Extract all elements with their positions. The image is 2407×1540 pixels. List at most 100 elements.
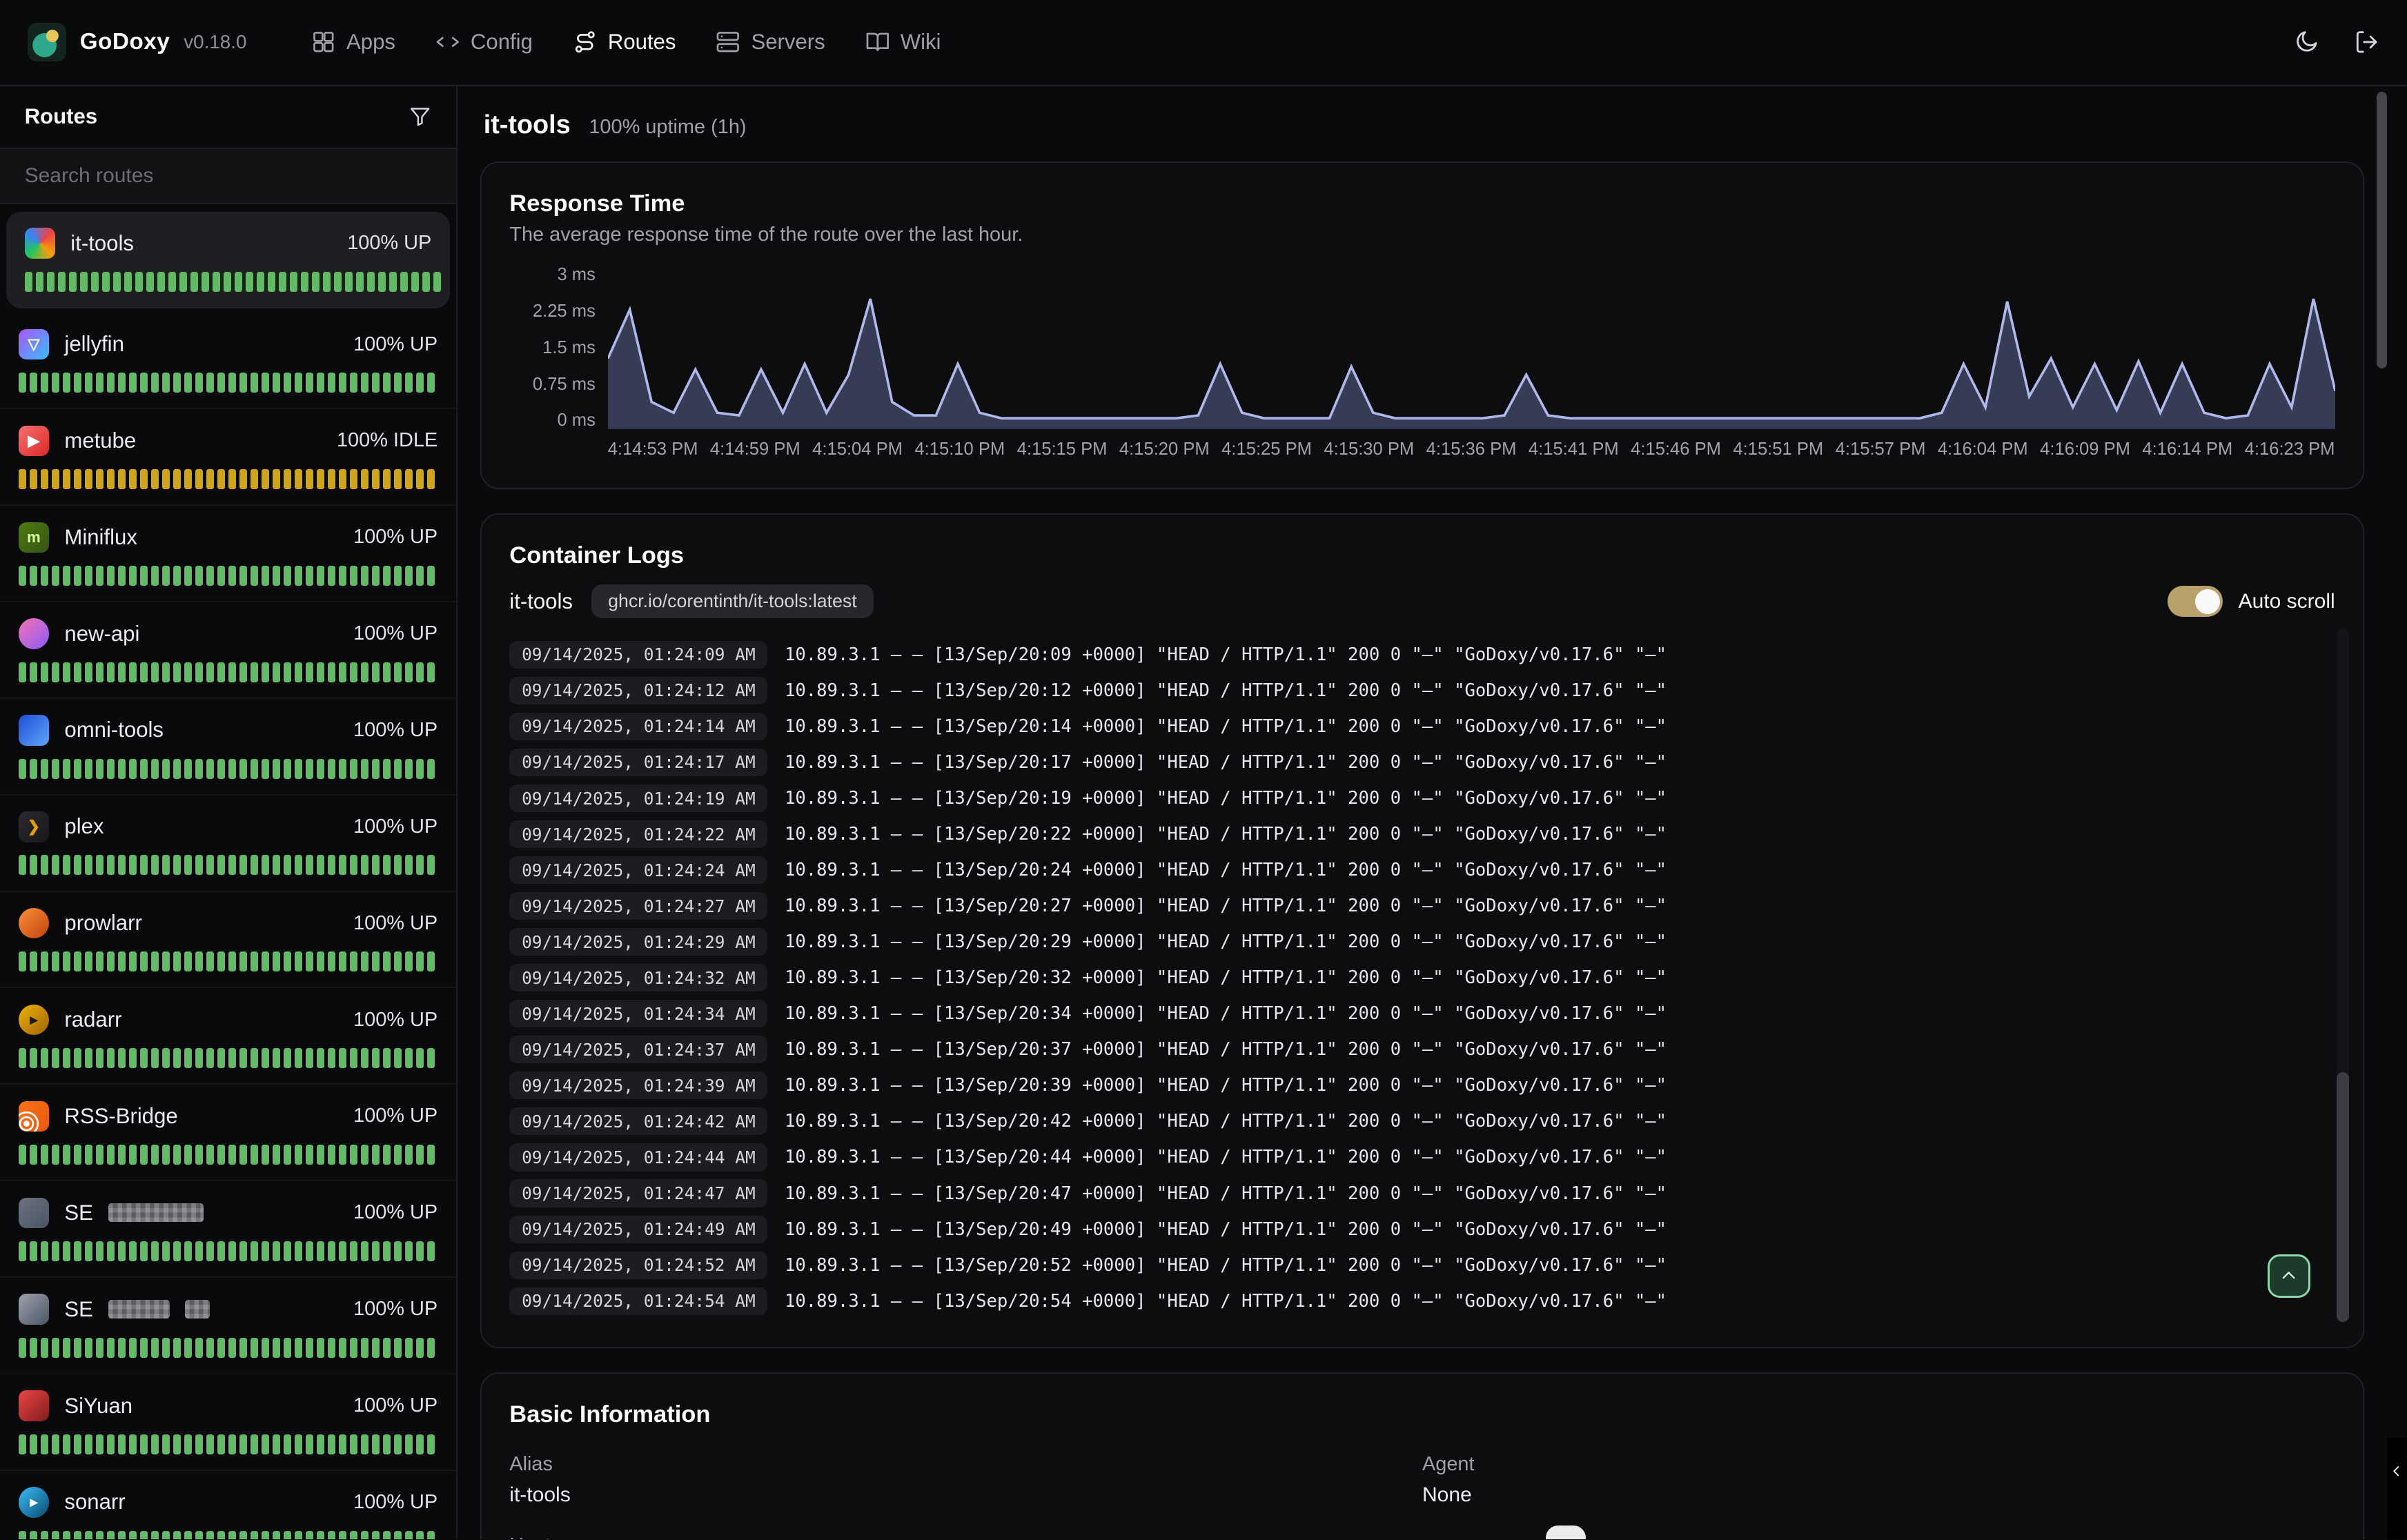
log-timestamp: 09/14/2025, 01:24:52 AM (509, 1252, 767, 1279)
partial-control[interactable] (1546, 1526, 1586, 1539)
main-scrollbar-thumb[interactable] (2377, 92, 2388, 368)
uptime-bars (19, 1241, 438, 1261)
grid-icon (311, 30, 336, 55)
y-tick-label: 0 ms (509, 412, 596, 428)
route-row: SE100% UP (19, 1293, 438, 1325)
log-message: 10.89.3.1 – – [13/Sep/20:27 +0000] "HEAD… (785, 896, 1667, 916)
log-timestamp: 09/14/2025, 01:24:42 AM (509, 1107, 767, 1135)
log-row: 09/14/2025, 01:24:47 AM10.89.3.1 – – [13… (509, 1176, 2335, 1212)
logout-button[interactable] (2353, 29, 2379, 55)
uptime-badge: 100% uptime (1h) (589, 116, 746, 139)
nav-item-routes[interactable]: Routes (573, 30, 676, 55)
uptime-bars (19, 1145, 438, 1165)
route-item-radarr[interactable]: ▸radarr100% UP (0, 988, 456, 1085)
page-header: it-tools 100% uptime (1h) (484, 110, 2364, 140)
metube-icon: ▶ (19, 426, 49, 456)
nav-label: Wiki (901, 30, 941, 55)
nav-item-apps[interactable]: Apps (311, 30, 395, 55)
route-item-miniflux[interactable]: mMiniflux100% UP (0, 506, 456, 602)
log-timestamp: 09/14/2025, 01:24:39 AM (509, 1072, 767, 1099)
x-tick-label: 4:16:04 PM (1938, 440, 2028, 460)
route-row: ▽ jellyfin 100% UP (19, 328, 438, 361)
omni-tools-icon (19, 715, 49, 745)
nav-label: Servers (751, 30, 825, 55)
logout-icon (2353, 29, 2379, 55)
route-name: new-api (64, 622, 139, 646)
edge-panel-toggle[interactable] (2387, 1438, 2407, 1539)
route-item-it-tools[interactable]: it-tools100% UP (6, 212, 450, 308)
route-status-badge: 100% UP (353, 526, 438, 549)
route-item-siyuan[interactable]: SiYuan100% UP (0, 1374, 456, 1471)
funnel-icon (409, 105, 431, 128)
route-list: it-tools100% UP▽jellyfin100% UP▶metube10… (0, 204, 456, 1539)
route-row: prowlarr100% UP (19, 907, 438, 940)
search-routes-input[interactable] (0, 148, 456, 204)
route-status-badge: 100% UP (353, 1105, 438, 1127)
route-status-badge: 100% UP (353, 1491, 438, 1514)
route-item-se[interactable]: SE100% UP (0, 1278, 456, 1374)
info-field-host: Host (509, 1534, 1422, 1539)
x-tick-label: 4:15:57 PM (1836, 440, 1926, 460)
log-timestamp: 09/14/2025, 01:24:34 AM (509, 1000, 767, 1027)
nav-item-wiki[interactable]: Wiki (865, 30, 941, 55)
route-row: ❯plex100% UP (19, 811, 438, 843)
route-name: SE (64, 1297, 93, 1322)
log-timestamp: 09/14/2025, 01:24:09 AM (509, 641, 767, 669)
route-name: metube (64, 428, 136, 453)
route-name: prowlarr (64, 911, 141, 936)
log-timestamp: 09/14/2025, 01:24:27 AM (509, 892, 767, 920)
jellyfin-icon: ▽ (19, 329, 49, 359)
route-item-omni-tools[interactable]: omni-tools100% UP (0, 699, 456, 796)
scroll-to-top-button[interactable] (2268, 1254, 2310, 1297)
route-item-rss-bridge[interactable]: RSS-Bridge100% UP (0, 1085, 456, 1181)
x-tick-label: 4:15:30 PM (1324, 440, 1414, 460)
log-timestamp: 09/14/2025, 01:24:17 AM (509, 749, 767, 776)
logs-scrollbar[interactable] (2337, 629, 2349, 1322)
brand-name: GoDoxy (80, 29, 170, 55)
theme-toggle-button[interactable] (2293, 29, 2319, 55)
uptime-bars (19, 373, 438, 393)
godoxy-logo (28, 23, 66, 61)
route-item-se[interactable]: SE100% UP (0, 1181, 456, 1278)
nav-item-config[interactable]: Config (435, 30, 533, 55)
route-name: jellyfin (64, 332, 124, 357)
autoscroll-toggle[interactable] (2168, 586, 2223, 616)
route-name: SE (64, 1201, 93, 1225)
route-item-metube[interactable]: ▶metube100% IDLE (0, 409, 456, 506)
info-label: Host (509, 1534, 1422, 1539)
nav-label: Apps (346, 30, 395, 55)
uptime-bars (19, 1048, 438, 1068)
log-timestamp: 09/14/2025, 01:24:19 AM (509, 784, 767, 812)
route-name: plex (64, 814, 104, 839)
log-row: 09/14/2025, 01:24:29 AM10.89.3.1 – – [13… (509, 924, 2335, 960)
filter-button[interactable] (409, 105, 431, 128)
route-item-new-api[interactable]: new-api100% UP (0, 602, 456, 699)
route-item-plex[interactable]: ❯plex100% UP (0, 796, 456, 892)
log-row: 09/14/2025, 01:24:44 AM10.89.3.1 – – [13… (509, 1139, 2335, 1175)
route-item-prowlarr[interactable]: prowlarr100% UP (0, 892, 456, 989)
route-item-jellyfin[interactable]: ▽ jellyfin 100% UP (0, 313, 456, 409)
page-title: it-tools (484, 110, 571, 140)
route-name: it-tools (70, 231, 134, 256)
info-field-alias: Aliasit-tools (509, 1453, 1422, 1507)
route-status-badge: 100% UP (353, 333, 438, 356)
chevron-up-icon (2278, 1265, 2299, 1287)
info-value: it-tools (509, 1483, 1422, 1507)
response-time-subtitle: The average response time of the route o… (509, 224, 2335, 246)
logs-scrollbar-thumb[interactable] (2337, 1072, 2349, 1322)
uptime-bars (25, 272, 432, 292)
route-item-sonarr[interactable]: ▸sonarr100% UP (0, 1471, 456, 1539)
container-image-badge: ghcr.io/corentinth/it-tools:latest (591, 584, 874, 618)
x-tick-label: 4:15:51 PM (1733, 440, 1823, 460)
log-timestamp: 09/14/2025, 01:24:54 AM (509, 1287, 767, 1315)
sidebar-header: Routes (0, 86, 456, 148)
redacted-route-icon (19, 1294, 49, 1324)
log-timestamp: 09/14/2025, 01:24:49 AM (509, 1216, 767, 1243)
log-row: 09/14/2025, 01:24:54 AM10.89.3.1 – – [13… (509, 1283, 2335, 1319)
code-icon (435, 30, 460, 55)
log-timestamp: 09/14/2025, 01:24:47 AM (509, 1179, 767, 1207)
nav-item-servers[interactable]: Servers (716, 30, 825, 55)
new-api-icon (19, 618, 49, 649)
log-timestamp: 09/14/2025, 01:24:24 AM (509, 856, 767, 884)
route-status-badge: 100% UP (353, 719, 438, 742)
